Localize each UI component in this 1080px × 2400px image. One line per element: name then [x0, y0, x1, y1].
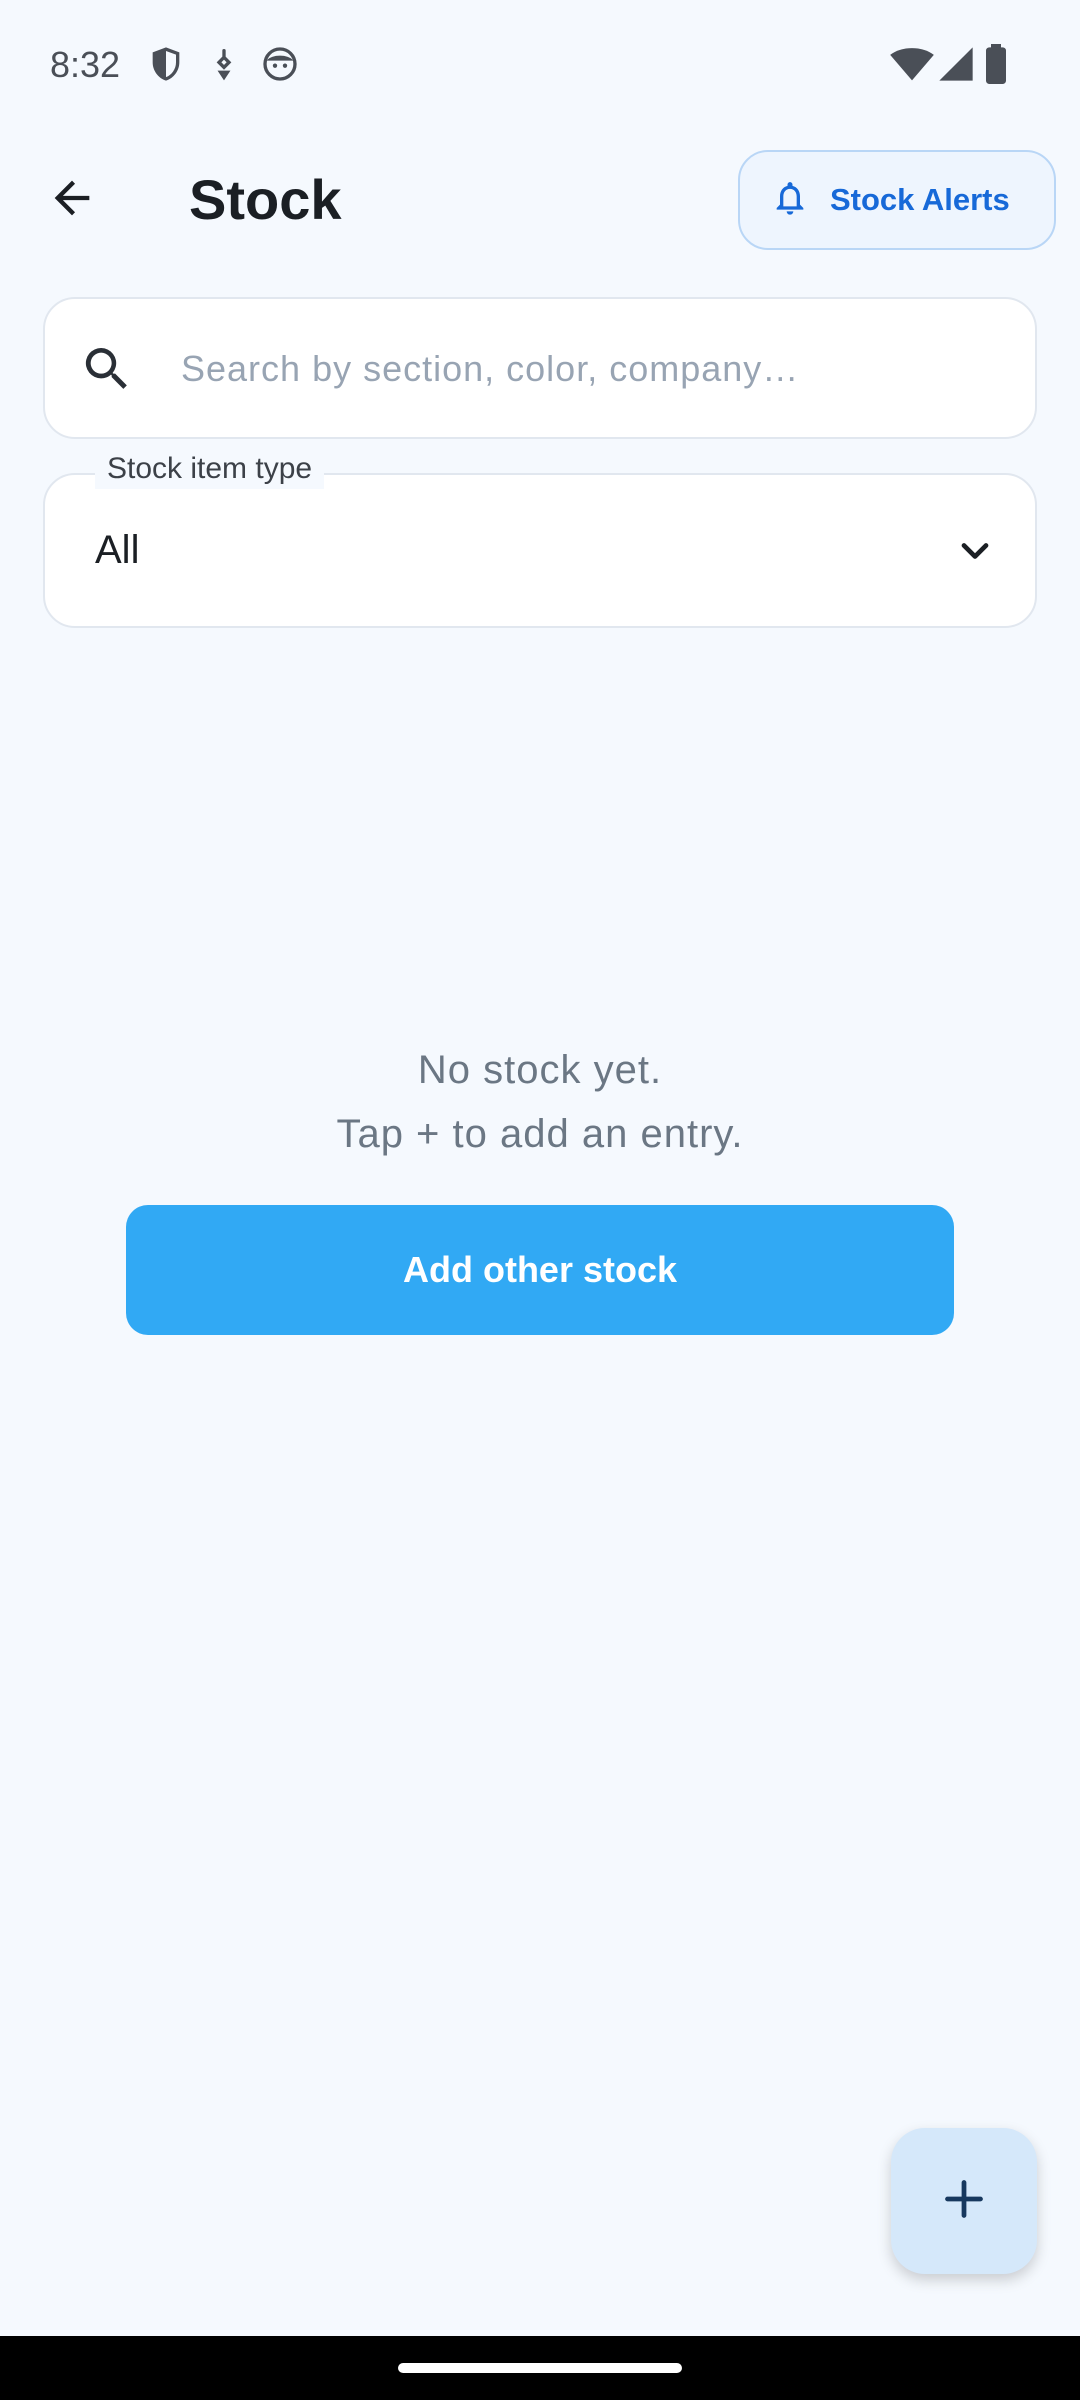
add-other-stock-button[interactable]: Add other stock — [126, 1205, 954, 1335]
empty-state-line2: Tap + to add an entry. — [336, 1112, 744, 1156]
search-box — [43, 297, 1037, 439]
stock-item-type-dropdown[interactable]: Stock item type All — [43, 449, 1037, 628]
face-icon — [260, 44, 300, 84]
status-bar: 8:32 — [0, 0, 1080, 130]
stock-alerts-button[interactable]: Stock Alerts — [738, 150, 1056, 250]
stock-alerts-label: Stock Alerts — [830, 182, 1010, 217]
chevron-down-icon — [953, 529, 997, 573]
add-fab-button[interactable] — [891, 2128, 1037, 2274]
stock-item-type-value: All — [95, 528, 140, 572]
back-button[interactable] — [36, 164, 108, 236]
shield-icon — [146, 44, 186, 84]
empty-state-line1: No stock yet. — [417, 1048, 663, 1092]
empty-state-message: No stock yet. Tap + to add an entry. — [0, 1038, 1080, 1166]
stock-item-type-label: Stock item type — [95, 449, 325, 489]
search-input[interactable] — [179, 333, 1003, 405]
home-gesture-handle[interactable] — [398, 2363, 682, 2373]
bell-icon — [770, 178, 810, 223]
status-time: 8:32 — [50, 44, 121, 85]
page-title: Stock — [189, 168, 342, 231]
plus-icon — [942, 2177, 986, 2226]
vpn-key-icon — [204, 44, 244, 84]
battery-icon — [982, 44, 1010, 84]
search-icon — [79, 341, 135, 397]
wifi-icon — [890, 44, 934, 84]
cell-signal-icon — [936, 44, 976, 84]
arrow-back-icon — [46, 172, 98, 229]
